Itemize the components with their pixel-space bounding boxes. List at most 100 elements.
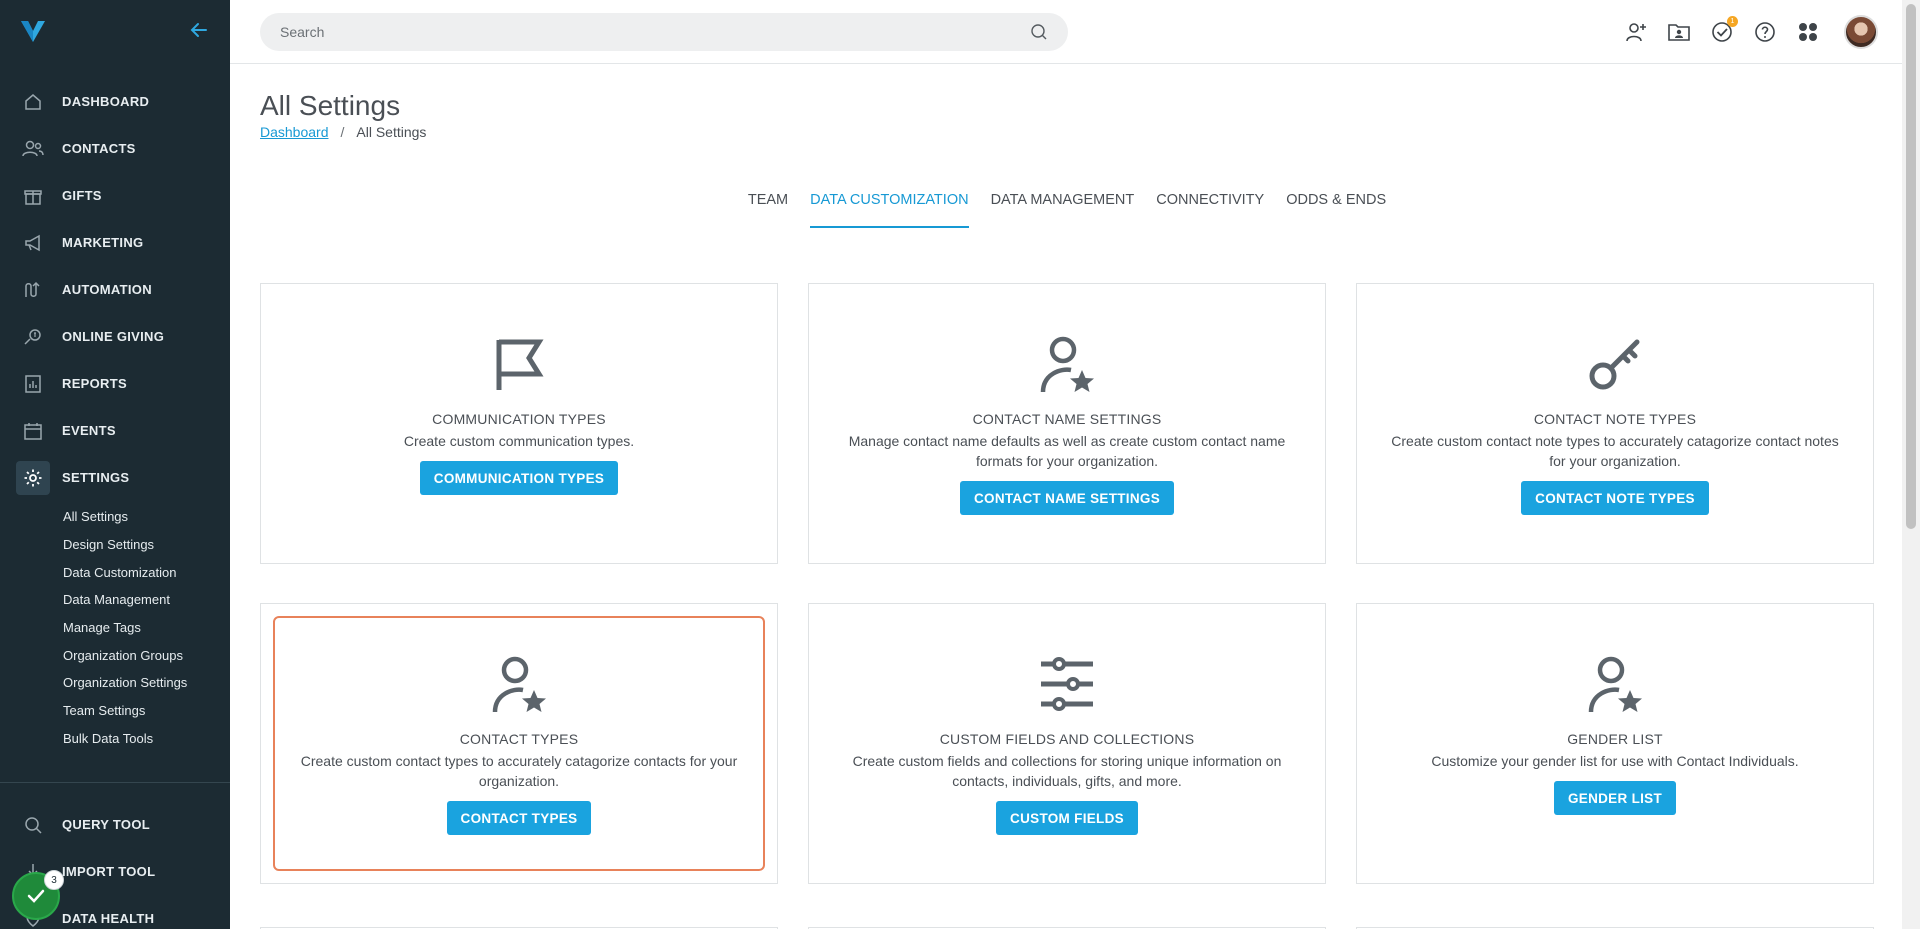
submenu-organization-settings[interactable]: Organization Settings [63, 669, 230, 697]
nav-item-label: EVENTS [62, 423, 116, 438]
add-contact-icon[interactable] [1624, 20, 1648, 44]
nav-item-settings[interactable]: SETTINGS [0, 454, 230, 501]
settings-submenu: All Settings Design Settings Data Custom… [0, 503, 230, 752]
card-contact-name-settings: CONTACT NAME SETTINGS Manage contact nam… [808, 283, 1326, 564]
submenu-data-management[interactable]: Data Management [63, 586, 230, 614]
user-avatar[interactable] [1844, 15, 1878, 49]
nav-item-events[interactable]: EVENTS [0, 407, 230, 454]
home-icon [22, 91, 44, 113]
tab-connectivity[interactable]: CONNECTIVITY [1156, 192, 1264, 228]
calendar-icon [22, 420, 44, 442]
help-icon[interactable] [1753, 20, 1777, 44]
tab-odds-and-ends[interactable]: ODDS & ENDS [1286, 192, 1386, 228]
contact-folder-icon[interactable] [1667, 20, 1691, 44]
nav-item-label: QUERY TOOL [62, 817, 150, 832]
card-title: CUSTOM FIELDS AND COLLECTIONS [939, 731, 1195, 747]
main-nav: DASHBOARD CONTACTS GIFTS MARKETING AUTOM… [0, 78, 230, 752]
submenu-manage-tags[interactable]: Manage Tags [63, 614, 230, 642]
card-description: Create custom contact note types to accu… [1391, 433, 1839, 469]
nav-item-automation[interactable]: AUTOMATION [0, 266, 230, 313]
user-star-icon [1040, 336, 1094, 393]
sidebar-header [0, 0, 230, 62]
nav-item-contacts[interactable]: CONTACTS [0, 125, 230, 172]
tab-data-management[interactable]: DATA MANAGEMENT [991, 192, 1135, 228]
collapse-sidebar-icon[interactable] [188, 19, 210, 41]
tab-data-customization[interactable]: DATA CUSTOMIZATION [810, 192, 969, 228]
nav-item-label: REPORTS [62, 376, 127, 391]
contact-note-types-button[interactable]: CONTACT NOTE TYPES [1521, 481, 1709, 515]
card-description: Create custom fields and collections for… [852, 753, 1282, 789]
key-icon [1589, 339, 1640, 390]
gift-icon [22, 185, 44, 207]
submenu-data-customization[interactable]: Data Customization [63, 558, 230, 586]
nav-item-marketing[interactable]: MARKETING [0, 219, 230, 266]
card-description: Create custom contact types to accuratel… [300, 753, 738, 789]
page-scrollbar[interactable] [1902, 0, 1920, 929]
card-title: GENDER LIST [1567, 731, 1663, 747]
card-gender-list: GENDER LIST Customize your gender list f… [1356, 603, 1874, 884]
search-icon[interactable] [1030, 23, 1048, 41]
logo-icon[interactable] [20, 19, 46, 43]
communication-types-button[interactable]: COMMUNICATION TYPES [419, 461, 619, 495]
notification-badge: 1 [1727, 16, 1738, 27]
nav-item-label: SETTINGS [62, 470, 130, 485]
submenu-design-settings[interactable]: Design Settings [63, 531, 230, 559]
sliders-icon [1041, 657, 1093, 711]
page-title: All Settings [260, 90, 401, 121]
nav-item-query-tool[interactable]: QUERY TOOL [0, 801, 230, 848]
nav-item-label: IMPORT TOOL [62, 864, 156, 879]
nav-item-dashboard[interactable]: DASHBOARD [0, 78, 230, 125]
submenu-bulk-data-tools[interactable]: Bulk Data Tools [63, 725, 230, 753]
contacts-icon [22, 138, 44, 160]
nav-item-reports[interactable]: REPORTS [0, 360, 230, 407]
scrollbar-thumb[interactable] [1906, 4, 1916, 529]
submenu-team-settings[interactable]: Team Settings [63, 697, 230, 725]
nav-item-label: GIFTS [62, 188, 102, 203]
online-giving-icon [22, 326, 44, 348]
card-description: Manage contact name defaults as well as … [848, 433, 1286, 469]
tasks-icon[interactable]: 1 [1710, 16, 1738, 44]
main-content: All Settings Dashboard / All Settings TEAM… [260, 64, 1874, 929]
nav-item-label: CONTACTS [62, 141, 136, 156]
user-star-icon [1588, 656, 1642, 713]
gender-list-button[interactable]: GENDER LIST [1553, 781, 1677, 815]
nav-item-label: DASHBOARD [62, 94, 150, 109]
search-input[interactable] [280, 24, 1020, 40]
breadcrumb-separator: / [340, 124, 345, 140]
nav-item-gifts[interactable]: GIFTS [0, 172, 230, 219]
gear-icon [16, 460, 50, 495]
breadcrumb-dashboard-link[interactable]: Dashboard [260, 124, 329, 140]
submenu-all-settings[interactable]: All Settings [63, 503, 230, 531]
nav-item-label: ONLINE GIVING [62, 329, 165, 344]
megaphone-icon [22, 232, 44, 254]
custom-fields-button[interactable]: CUSTOM FIELDS [996, 801, 1138, 835]
search-icon [22, 814, 44, 836]
breadcrumb: Dashboard / All Settings [260, 124, 426, 140]
card-title: CONTACT NOTE TYPES [1533, 411, 1697, 427]
nav-item-online-giving[interactable]: ONLINE GIVING [0, 313, 230, 360]
card-contact-types: CONTACT TYPES Create custom contact type… [260, 603, 778, 884]
contact-types-button[interactable]: CONTACT TYPES [446, 801, 592, 835]
card-description: Create custom communication types. [403, 433, 635, 449]
card-title: CONTACT NAME SETTINGS [972, 411, 1162, 427]
contact-name-settings-button[interactable]: CONTACT NAME SETTINGS [959, 481, 1175, 515]
nav-item-label: AUTOMATION [62, 282, 152, 297]
tab-team[interactable]: TEAM [748, 192, 788, 228]
card-communication-types: COMMUNICATION TYPES Create custom commun… [260, 283, 778, 564]
task-count-badge: 3 [44, 870, 64, 890]
user-star-icon [492, 656, 546, 713]
nav-item-label: DATA HEALTH [62, 911, 155, 926]
apps-grid-icon[interactable] [1796, 20, 1820, 44]
sidebar: DASHBOARD CONTACTS GIFTS MARKETING AUTOM… [0, 0, 230, 929]
card-title: CONTACT TYPES [459, 731, 579, 747]
settings-tabs: TEAM DATA CUSTOMIZATION DATA MANAGEMENT … [260, 192, 1874, 228]
card-title: COMMUNICATION TYPES [432, 411, 606, 427]
nav-item-label: MARKETING [62, 235, 144, 250]
top-bar: 1 [230, 0, 1902, 64]
reports-icon [22, 373, 44, 395]
search-bar [260, 13, 1068, 51]
card-custom-fields-and-collections: CUSTOM FIELDS AND COLLECTIONS Create cus… [808, 603, 1326, 884]
topbar-actions: 1 [1605, 14, 1902, 50]
card-description: Customize your gender list for use with … [1431, 753, 1799, 769]
submenu-organization-groups[interactable]: Organization Groups [63, 641, 230, 669]
